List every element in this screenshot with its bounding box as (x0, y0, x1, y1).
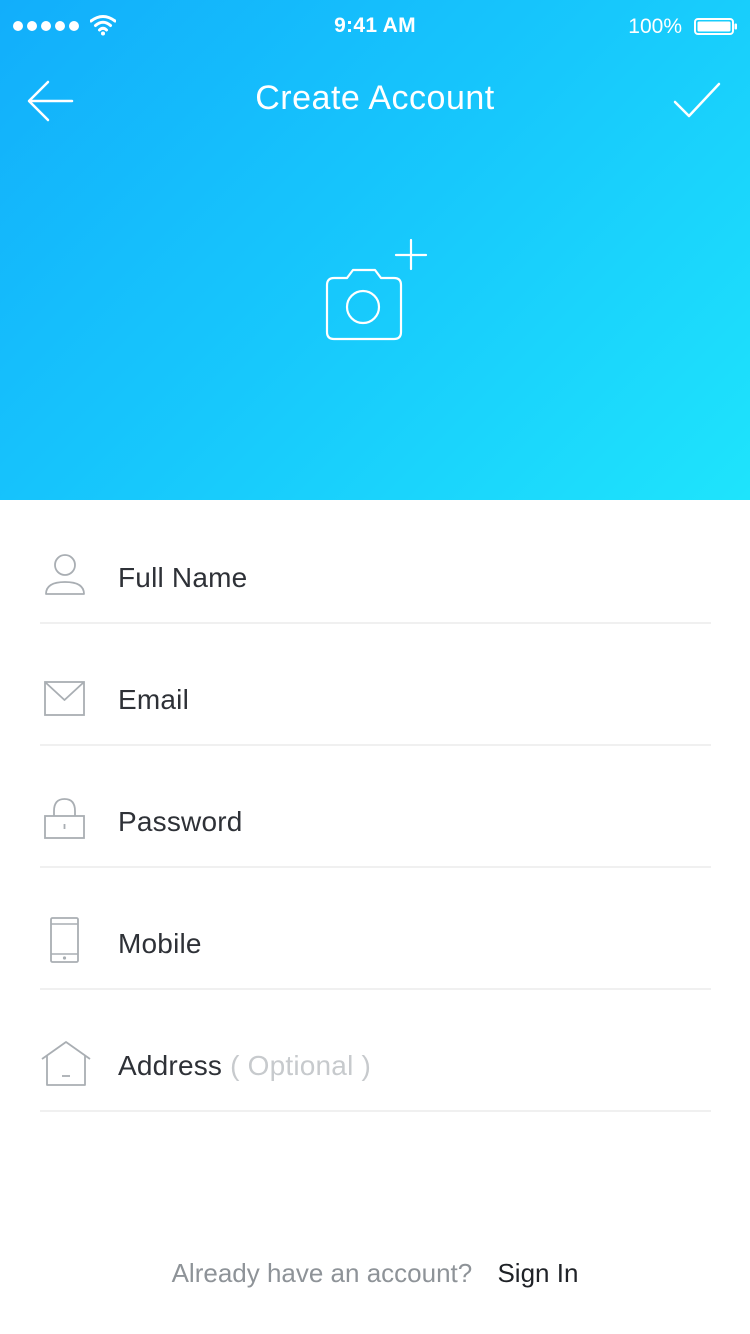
password-label: Password (118, 806, 243, 837)
optional-hint: ( Optional ) (230, 1050, 372, 1081)
full-name-label: Full Name (118, 562, 248, 593)
sign-in-link[interactable]: Sign In (497, 1258, 578, 1288)
password-field[interactable]: Password (40, 744, 711, 868)
address-label: Address ( Optional ) (118, 1050, 371, 1082)
email-label: Email (118, 684, 190, 715)
email-field[interactable]: Email (40, 622, 711, 746)
mobile-field[interactable]: Mobile (40, 866, 711, 990)
add-photo-camera-icon[interactable] (320, 235, 430, 345)
address-field[interactable]: Address ( Optional ) (40, 988, 711, 1112)
mobile-phone-icon (50, 917, 79, 963)
page-title: Create Account (255, 79, 495, 117)
full-name-field[interactable]: Full Name (40, 500, 711, 624)
sign-in-prompt: Already have an account? Sign In (0, 1258, 750, 1289)
battery-percentage: 100% (628, 15, 682, 38)
address-label-text: Address (118, 1050, 223, 1081)
home-icon (41, 1041, 91, 1086)
lock-icon (44, 798, 85, 839)
envelope-icon (44, 681, 85, 716)
battery-icon (694, 18, 737, 35)
status-bar: 9:41 AM 100% (0, 0, 750, 54)
user-icon (45, 554, 85, 595)
already-have-account-text: Already have an account? (171, 1258, 473, 1288)
checkmark-icon[interactable] (672, 78, 722, 124)
header-banner: 9:41 AM 100% Create Account (0, 0, 750, 500)
mobile-label: Mobile (118, 928, 202, 959)
